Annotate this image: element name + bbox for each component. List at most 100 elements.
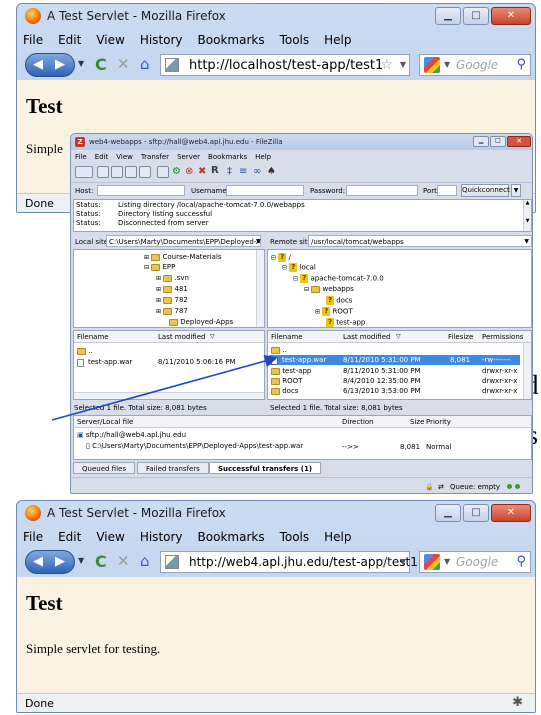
toggle-log-icon[interactable] xyxy=(97,166,109,178)
remote-path-dropdown-icon[interactable]: ▼ xyxy=(524,238,529,245)
search-engine-dropdown-icon[interactable]: ▼ xyxy=(444,60,450,69)
collapse-icon[interactable]: ⊟ xyxy=(271,255,276,262)
column-direction[interactable]: Direction xyxy=(342,418,374,426)
remote-path-text[interactable]: /usr/local/tomcat/webapps xyxy=(311,238,404,246)
menu-file[interactable]: File xyxy=(23,33,43,47)
tree-item-label[interactable]: EPP xyxy=(163,263,176,271)
history-dropdown-icon[interactable]: ▼ xyxy=(78,59,84,68)
search-placeholder[interactable]: Google xyxy=(456,58,498,72)
menu-view[interactable]: View xyxy=(96,33,124,47)
close-button[interactable]: ✕ xyxy=(491,7,531,25)
collapse-icon[interactable]: ⊟ xyxy=(304,286,309,293)
menu-edit[interactable]: Edit xyxy=(58,530,81,544)
reload-icon[interactable]: C xyxy=(95,552,107,571)
fz-menu-help[interactable]: Help xyxy=(255,153,271,161)
expand-icon[interactable]: ⊞ xyxy=(156,275,161,282)
file-name[interactable]: ROOT xyxy=(282,377,302,385)
tree-item-label[interactable]: Deployed-Apps xyxy=(180,318,233,326)
search-icon[interactable]: ⚲ xyxy=(516,57,526,72)
log-scrollbar[interactable]: ▲ ▼ xyxy=(523,200,531,231)
home-icon[interactable]: ⌂ xyxy=(140,55,150,73)
tree-item-label[interactable]: apache-tomcat-7.0.0 xyxy=(311,275,384,283)
collapse-icon[interactable]: ⊟ xyxy=(293,276,298,283)
menu-tools[interactable]: Tools xyxy=(280,530,310,544)
column-last-modified[interactable]: Last modified xyxy=(158,333,205,341)
expand-icon[interactable]: ⊞ xyxy=(156,286,161,293)
password-input[interactable] xyxy=(346,185,418,196)
host-input[interactable] xyxy=(97,185,185,196)
menu-help[interactable]: Help xyxy=(324,33,351,47)
fz-menu-server[interactable]: Server xyxy=(177,153,200,161)
fz-minimize-button[interactable]: ▁ xyxy=(473,136,489,147)
url-bar[interactable]: http://localhost/test-app/test1 ☆ ▼ xyxy=(160,54,410,76)
file-name[interactable]: .. xyxy=(88,347,92,355)
collapse-icon[interactable]: ⊟ xyxy=(144,264,149,271)
tree-item-label[interactable]: local xyxy=(300,264,316,272)
column-permissions[interactable]: Permissions xyxy=(482,333,523,341)
fz-menu-edit[interactable]: Edit xyxy=(95,153,109,161)
menu-view[interactable]: View xyxy=(96,530,124,544)
fz-menu-transfer[interactable]: Transfer xyxy=(141,153,169,161)
quickconnect-dropdown-icon[interactable]: ▼ xyxy=(511,184,521,197)
tree-item-label[interactable]: 782 xyxy=(175,296,188,304)
file-name[interactable]: .. xyxy=(282,346,286,354)
file-name[interactable]: docs xyxy=(282,387,298,395)
minimize-button[interactable]: ▁ xyxy=(435,504,461,522)
back-forward-buttons[interactable]: ◀ ▶ xyxy=(25,550,75,574)
expand-icon[interactable]: ⊞ xyxy=(156,297,161,304)
process-queue-icon[interactable]: ⚙ xyxy=(172,166,181,177)
toggle-queue-icon[interactable] xyxy=(139,166,151,178)
expand-icon[interactable]: ⊞ xyxy=(315,309,320,316)
menu-help[interactable]: Help xyxy=(324,530,351,544)
url-dropdown-icon[interactable]: ▼ xyxy=(400,557,406,566)
menu-file[interactable]: File xyxy=(23,530,43,544)
reconnect-icon[interactable]: R xyxy=(211,165,219,176)
file-name[interactable]: test-app.war xyxy=(88,358,132,366)
tree-item-label[interactable]: Course-Materials xyxy=(163,253,222,261)
column-last-modified[interactable]: Last modified xyxy=(343,333,390,341)
sync-browsing-icon[interactable]: ≡ xyxy=(239,166,247,177)
fz-menu-view[interactable]: View xyxy=(116,153,133,161)
maximize-button[interactable]: □ xyxy=(463,504,489,522)
back-forward-buttons[interactable]: ◀ ▶ xyxy=(25,53,75,77)
column-filesize[interactable]: Filesize xyxy=(448,333,473,341)
local-tree-scrollbar[interactable] xyxy=(256,250,264,327)
tree-item-label[interactable]: 481 xyxy=(175,285,188,293)
menu-bookmarks[interactable]: Bookmarks xyxy=(198,33,265,47)
tree-item-label[interactable]: test-app xyxy=(336,319,365,327)
menu-edit[interactable]: Edit xyxy=(58,33,81,47)
local-list-scrollbar[interactable] xyxy=(74,392,264,399)
fz-menu-file[interactable]: File xyxy=(75,153,87,161)
google-icon[interactable] xyxy=(424,57,440,73)
menu-tools[interactable]: Tools xyxy=(280,33,310,47)
file-name[interactable]: test-app.war xyxy=(282,356,326,364)
history-dropdown-icon[interactable]: ▼ xyxy=(78,556,84,565)
column-filename[interactable]: Filename xyxy=(77,333,109,341)
tab-queued-files[interactable]: Queued files xyxy=(73,462,135,474)
toggle-local-tree-icon[interactable] xyxy=(111,166,123,178)
local-path-input[interactable]: C:\Users\Marty\Documents\EPP\Deployed-Ap… xyxy=(106,235,261,247)
forward-arrow-icon[interactable]: ▶ xyxy=(55,554,65,569)
refresh-icon[interactable] xyxy=(157,166,169,178)
tree-item-label[interactable]: docs xyxy=(336,297,352,305)
back-arrow-icon[interactable]: ◀ xyxy=(33,57,43,72)
column-filename[interactable]: Filename xyxy=(271,333,303,341)
column-server-local-file[interactable]: Server/Local file xyxy=(77,418,133,426)
search-icon[interactable]: ⚲ xyxy=(516,554,526,569)
bookmark-star-icon[interactable]: ☆ xyxy=(380,57,393,73)
queue-server[interactable]: sftp://hall@web4.apl.jhu.edu xyxy=(86,431,186,439)
url-text[interactable]: http://localhost/test-app/test1 xyxy=(189,58,383,73)
tab-successful-transfers[interactable]: Successful transfers (1) xyxy=(209,462,322,474)
url-bar[interactable]: http://web4.apl.jhu.edu/test-app/test1 ☆… xyxy=(160,551,418,573)
search-engine-dropdown-icon[interactable]: ▼ xyxy=(444,557,450,566)
tree-item-label[interactable]: 787 xyxy=(175,307,188,315)
search-placeholder[interactable]: Google xyxy=(456,555,498,569)
quickconnect-button[interactable]: Quickconnect xyxy=(461,184,510,197)
directory-filter-icon[interactable]: ‡ xyxy=(227,166,232,177)
expand-icon[interactable]: ⊞ xyxy=(156,308,161,315)
forward-arrow-icon[interactable]: ▶ xyxy=(55,57,65,72)
toggle-remote-tree-icon[interactable] xyxy=(125,166,137,178)
search-bar[interactable]: ▼ Google ⚲ xyxy=(419,551,531,573)
fz-maximize-button[interactable]: □ xyxy=(490,136,506,147)
file-name[interactable]: test-app xyxy=(282,367,311,375)
